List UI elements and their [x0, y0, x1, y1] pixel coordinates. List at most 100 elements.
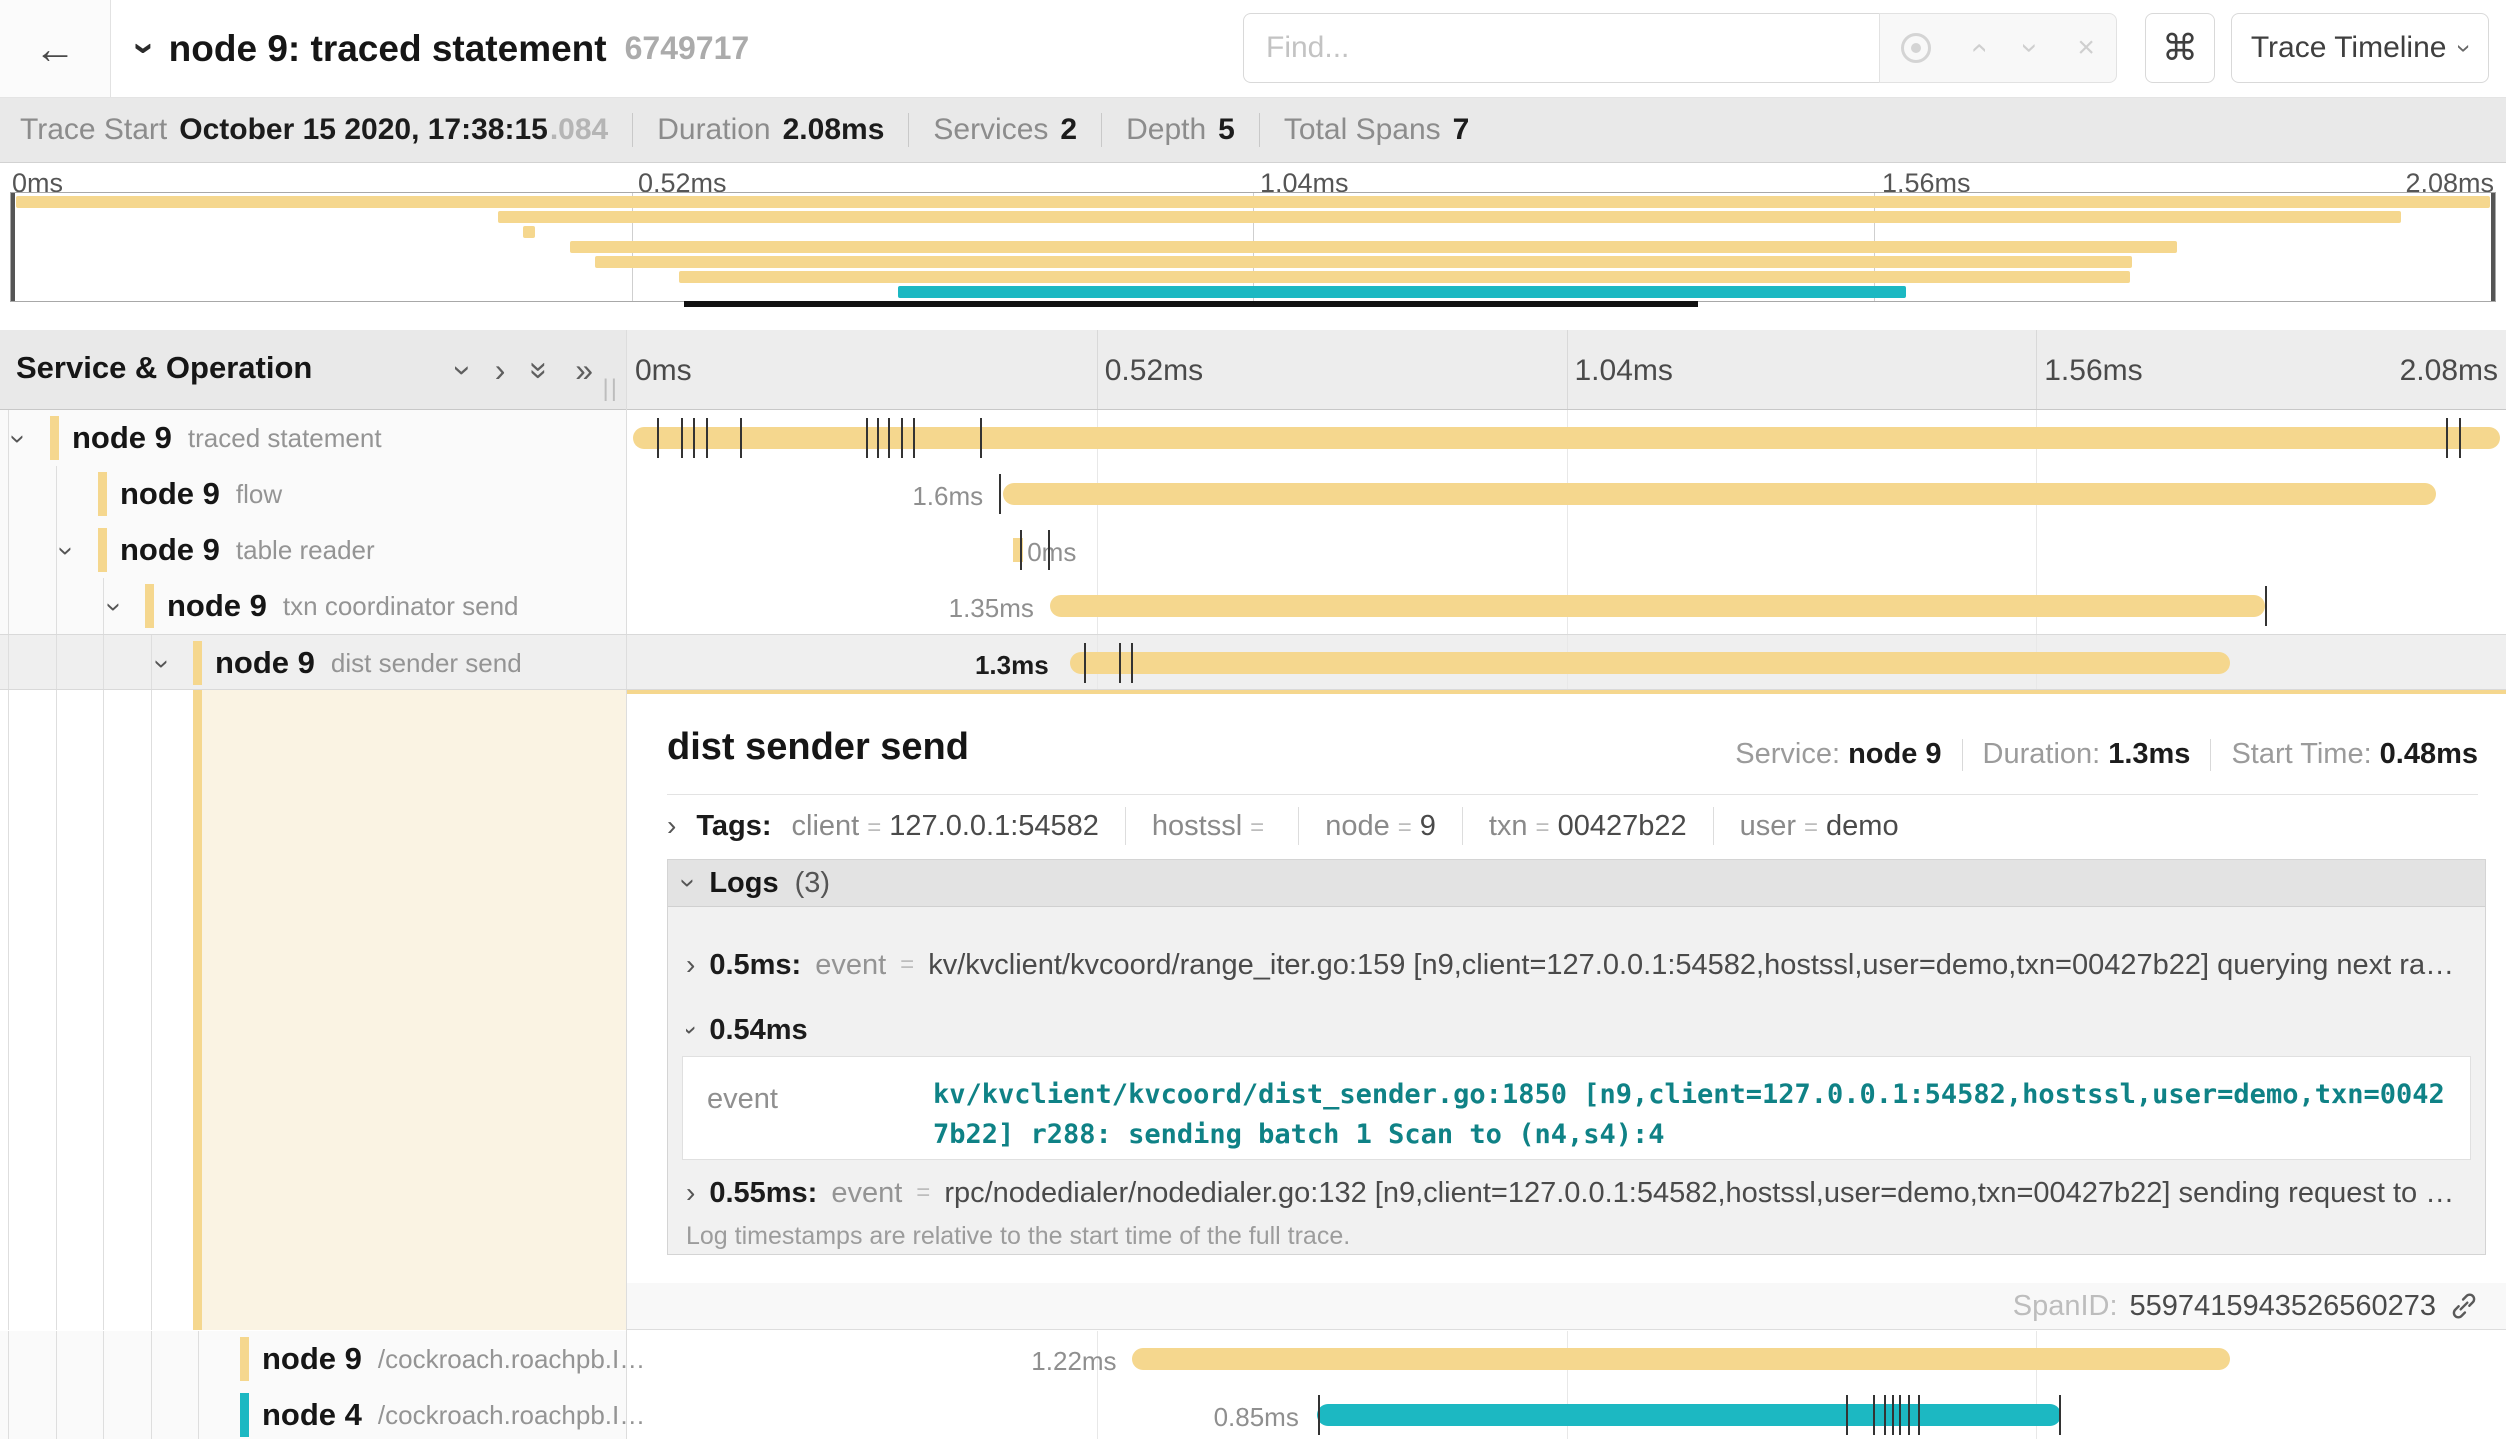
- indent-guide: [8, 635, 9, 689]
- minimap-span-bar: [679, 271, 2130, 283]
- collapse-all-icon[interactable]: »: [522, 362, 559, 380]
- gridline: [1097, 1387, 1098, 1439]
- span-row-roachpb-node9[interactable]: 1.22ms node 9 /cockroach.roachpb.I…: [0, 1331, 2506, 1387]
- log-value: rpc/nodedialer/nodedialer.go:132 [n9,cli…: [944, 1177, 2467, 1210]
- minimap-span-bar: [498, 211, 2401, 223]
- indent-guide: [56, 578, 57, 634]
- minimap-left-scrubber[interactable]: [11, 193, 15, 301]
- log-entry-collapsed[interactable]: › 0.5ms: event = kv/kvclient/kvcoord/ran…: [686, 940, 2467, 990]
- span-bar[interactable]: [1070, 652, 2229, 674]
- service-name: node 9: [215, 645, 315, 681]
- span-bar[interactable]: [1317, 1404, 2061, 1426]
- find-prev-icon[interactable]: ›: [1963, 43, 1993, 53]
- log-tick: [1020, 530, 1022, 570]
- log-tick: [877, 418, 879, 458]
- collapse-chevron-icon[interactable]: ›: [99, 602, 131, 611]
- tags-row[interactable]: › Tags: client=127.0.0.1:54582 hostssl= …: [667, 802, 1899, 850]
- span-row-traced-statement[interactable]: › node 9 traced statement: [0, 410, 2506, 466]
- span-name-cell[interactable]: node 9 /cockroach.roachpb.I…: [0, 1331, 626, 1387]
- tag-key: hostssl: [1152, 810, 1242, 842]
- view-selector-label: Trace Timeline: [2251, 31, 2447, 65]
- span-duration-label: 1.35ms: [949, 593, 1034, 624]
- expand-all-icon[interactable]: »: [575, 352, 593, 389]
- gridline: [1097, 522, 1098, 578]
- span-name-cell[interactable]: › node 9 table reader: [0, 522, 626, 578]
- log-expand-chevron-icon[interactable]: ›: [686, 949, 695, 981]
- tag-value: 9: [1420, 810, 1436, 842]
- log-timestamp: 0.5ms:: [709, 949, 801, 982]
- span-row-dist-sender-send[interactable]: 1.3ms › node 9 dist sender send: [0, 634, 2506, 690]
- minimap-right-scrubber[interactable]: [2491, 193, 2495, 301]
- tag-value: 127.0.0.1:54582: [889, 810, 1099, 842]
- service-name: node 9: [120, 476, 220, 512]
- log-tick: [866, 418, 868, 458]
- spanid-label: SpanID:: [2013, 1290, 2118, 1323]
- span-name-cell[interactable]: node 9 flow: [0, 466, 626, 522]
- chevron-down-icon: ›: [2449, 44, 2480, 53]
- span-bar[interactable]: [1132, 1348, 2229, 1370]
- log-tick: [913, 418, 915, 458]
- collapse-chevron-icon[interactable]: ›: [51, 546, 83, 555]
- service-value: node 9: [1848, 738, 1941, 770]
- back-button[interactable]: ←: [0, 0, 111, 97]
- log-expand-chevron-icon[interactable]: ›: [686, 1177, 695, 1209]
- divider: [2210, 739, 2211, 771]
- service-name: node 4: [262, 1397, 362, 1433]
- duration-value: 1.3ms: [2108, 738, 2190, 770]
- logs-header[interactable]: › Logs (3): [668, 860, 2485, 907]
- operation-name: /cockroach.roachpb.I…: [378, 1344, 645, 1375]
- find-input[interactable]: [1243, 13, 1879, 83]
- divider: [632, 113, 633, 147]
- log-tick: [1884, 1395, 1886, 1435]
- find-next-icon[interactable]: ›: [2015, 43, 2045, 53]
- service-color-bar: [240, 1337, 249, 1381]
- find-clear-icon[interactable]: ×: [2077, 33, 2095, 63]
- span-row-roachpb-node4[interactable]: 0.85ms node 4 /cockroach.roachpb.I…: [0, 1387, 2506, 1439]
- indent-guide: [8, 1387, 9, 1439]
- find-controls: › › ×: [1879, 13, 2117, 83]
- span-name-cell[interactable]: node 4 /cockroach.roachpb.I…: [0, 1387, 626, 1439]
- titlebar: ← › node 9: traced statement 6749717 › ›…: [0, 0, 2506, 98]
- span-row-table-reader[interactable]: 0ms › node 9 table reader: [0, 522, 2506, 578]
- span-bar[interactable]: [1050, 595, 2266, 617]
- trace-depth: Depth 5: [1126, 113, 1235, 147]
- log-entry-expanded-header[interactable]: › 0.54ms: [686, 1008, 2467, 1052]
- span-row-flow[interactable]: 1.6ms node 9 flow: [0, 466, 2506, 522]
- minimap-span-bar: [16, 196, 2490, 208]
- axis-tick-label: 1.04ms: [1575, 354, 1673, 388]
- trace-timeline-page: ← › node 9: traced statement 6749717 › ›…: [0, 0, 2506, 1439]
- collapse-one-icon[interactable]: ›: [445, 365, 482, 376]
- log-collapse-chevron-icon[interactable]: ›: [686, 1025, 707, 1034]
- indent-guide: [198, 1387, 199, 1439]
- locate-icon[interactable]: [1901, 33, 1931, 63]
- service-color-bar: [98, 472, 107, 516]
- collapse-chevron-icon[interactable]: ›: [3, 434, 35, 443]
- view-selector-button[interactable]: Trace Timeline ›: [2231, 13, 2489, 83]
- expand-one-icon[interactable]: ›: [495, 352, 506, 389]
- span-row-txn-coordinator-send[interactable]: 1.35ms › node 9 txn coordinator send: [0, 578, 2506, 634]
- log-entry-collapsed[interactable]: › 0.55ms: event = rpc/nodedialer/nodedia…: [686, 1168, 2467, 1218]
- span-name-cell[interactable]: › node 9 dist sender send: [0, 635, 626, 689]
- indent-guide: [103, 635, 104, 689]
- copy-link-icon[interactable]: [2448, 1290, 2480, 1322]
- indent-guide: [103, 690, 104, 1330]
- timeline-axis-header: 0ms 0.52ms 1.04ms 1.56ms 2.08ms: [627, 330, 2506, 409]
- span-detail-indent-column: [0, 690, 626, 1330]
- logs-title: Logs: [709, 867, 778, 900]
- operation-name: dist sender send: [331, 648, 522, 679]
- collapse-trace-chevron-icon[interactable]: ›: [123, 42, 166, 55]
- trace-services: Services 2: [933, 113, 1077, 147]
- span-name-cell[interactable]: › node 9 txn coordinator send: [0, 578, 626, 634]
- span-name-cell[interactable]: › node 9 traced statement: [0, 410, 626, 466]
- minimap-selected-range[interactable]: [684, 301, 1698, 307]
- divider: [1462, 807, 1463, 845]
- collapse-chevron-icon[interactable]: ›: [147, 659, 179, 668]
- tag-equals: =: [1804, 814, 1818, 841]
- tag-value: demo: [1826, 810, 1899, 842]
- start-time-value: 0.48ms: [2380, 738, 2478, 770]
- keyboard-shortcuts-button[interactable]: ⌘: [2145, 13, 2215, 83]
- column-resize-handle[interactable]: ||: [603, 375, 619, 403]
- minimap-canvas[interactable]: [10, 192, 2496, 302]
- span-bar[interactable]: [1003, 483, 2437, 505]
- tags-expand-chevron-icon[interactable]: ›: [667, 810, 676, 842]
